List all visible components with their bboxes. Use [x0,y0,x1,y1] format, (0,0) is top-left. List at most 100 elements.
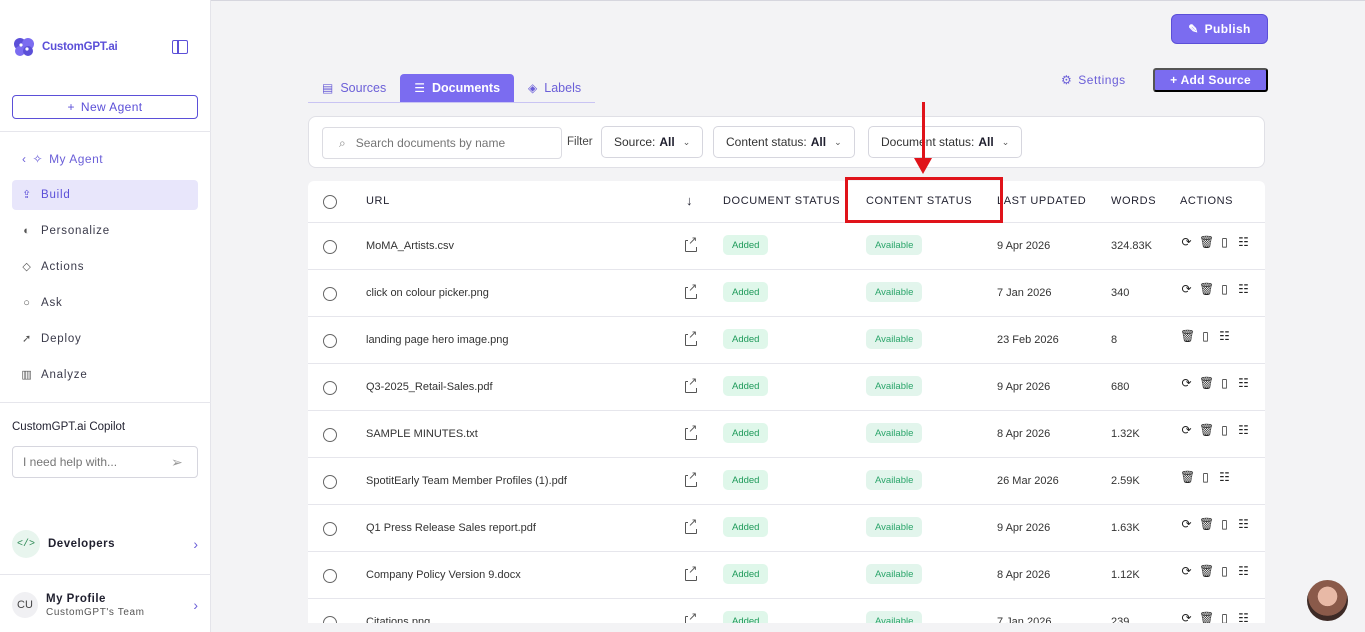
refresh-icon[interactable]: ⟳ [1180,611,1193,623]
refresh-icon[interactable]: ⟳ [1180,517,1193,531]
list-check-icon[interactable]: ☷ [1237,282,1250,296]
external-link-icon[interactable] [685,471,698,487]
sidebar-item-personalize[interactable]: ◐ Personalize [12,216,198,246]
trash-icon[interactable]: 🗑 [1199,517,1214,531]
row-checkbox[interactable] [323,475,337,489]
trash-icon[interactable]: 🗑 [1199,423,1214,437]
logo[interactable]: CustomGPT.ai [12,36,118,58]
filter-bar: ⌕ Filter Source:All⌄ Content status:All⌄… [308,116,1265,168]
row-checkbox[interactable] [323,569,337,583]
refresh-icon[interactable]: ⟳ [1180,235,1193,249]
table-row: click on colour picker.png Added Available… [308,270,1265,317]
list-check-icon[interactable]: ☷ [1237,564,1250,578]
list-check-icon[interactable]: ☷ [1237,611,1250,623]
external-link-icon[interactable] [685,330,698,346]
publish-button[interactable]: ✎ Publish [1171,14,1268,44]
external-link-icon[interactable] [685,424,698,440]
refresh-icon[interactable]: ⟳ [1180,564,1193,578]
row-actions: ⟳ 🗑 ▯ ☷ [1180,282,1250,296]
document-status-filter-dropdown[interactable]: Document status: All ⌄ [868,126,1023,158]
document-icon[interactable]: ▯ [1218,235,1231,249]
sort-arrow-icon[interactable]: ↓ [686,193,693,208]
external-link-icon[interactable] [685,565,698,581]
copilot-input[interactable] [23,455,163,469]
row-checkbox[interactable] [323,522,337,536]
list-check-icon[interactable]: ☷ [1237,235,1250,249]
chevron-left-icon: ‹ [22,152,27,166]
refresh-icon[interactable]: ⟳ [1180,376,1193,390]
row-actions: ⟳ 🗑 ▯ ☷ [1180,517,1250,531]
external-link-icon[interactable] [685,518,698,534]
tab-label: Sources [340,81,387,95]
document-icon[interactable]: ▯ [1199,470,1212,484]
profile-text: My Profile CustomGPT's Team [46,593,185,618]
sidebar-collapse-icon[interactable] [172,40,188,54]
document-icon[interactable]: ▯ [1218,423,1231,437]
profile-name: My Profile [46,592,106,605]
sidebar-item-label: Analyze [41,369,88,381]
user-photo-avatar[interactable] [1307,580,1348,621]
my-agent-back-link[interactable]: ‹ ✧ My Agent [22,152,103,166]
trash-icon[interactable]: 🗑 [1199,376,1214,390]
trash-icon[interactable]: 🗑 [1199,611,1214,623]
content-status-badge: Available [866,423,923,443]
refresh-icon[interactable]: ⟳ [1180,282,1193,296]
document-icon[interactable]: ▯ [1218,517,1231,531]
source-filter-dropdown[interactable]: Source: All ⌄ [601,126,704,158]
refresh-icon[interactable]: ⟳ [1180,423,1193,437]
select-all-checkbox[interactable] [323,195,337,209]
sidebar: CustomGPT.ai + New Agent ‹ ✧ My Agent ⇪ Buil… [0,0,211,632]
add-source-button[interactable]: + Add Source [1153,68,1268,92]
sidebar-item-deploy[interactable]: ➚ Deploy [12,324,198,354]
settings-link[interactable]: ⚙ Settings [1061,73,1126,87]
tab-documents[interactable]: ☰ Documents [400,74,515,102]
external-link-icon[interactable] [685,377,698,393]
search-input[interactable] [355,136,546,150]
trash-icon[interactable]: 🗑 [1180,329,1195,343]
document-icon[interactable]: ▯ [1199,329,1212,343]
external-link-icon[interactable] [685,236,698,252]
profile-link[interactable]: CU My Profile CustomGPT's Team › [12,588,198,622]
trash-icon[interactable]: 🗑 [1199,235,1214,249]
publish-label: Publish [1204,22,1251,36]
content-status-filter-dropdown[interactable]: Content status: All ⌄ [713,126,855,158]
dropdown-label: Content status: [726,135,807,149]
external-link-icon[interactable] [685,612,698,623]
table-row: Q1 Press Release Sales report.pdf Added Av… [308,505,1265,552]
sidebar-item-actions[interactable]: ◇ Actions [12,252,198,282]
document-icon[interactable]: ▯ [1218,376,1231,390]
sidebar-item-ask[interactable]: ○ Ask [12,288,198,318]
tab-sources[interactable]: ▤ Sources [308,74,400,102]
external-link-icon[interactable] [685,283,698,299]
document-icon[interactable]: ▯ [1218,611,1231,623]
developers-link[interactable]: </> Developers › [12,528,198,560]
list-check-icon[interactable]: ☷ [1237,376,1250,390]
build-icon: ⇪ [21,189,33,201]
document-name: Q3-2025_Retail-Sales.pdf [366,381,493,393]
row-checkbox[interactable] [323,287,337,301]
list-check-icon[interactable]: ☷ [1218,470,1231,484]
list-check-icon[interactable]: ☷ [1237,423,1250,437]
trash-icon[interactable]: 🗑 [1180,470,1195,484]
trash-icon[interactable]: 🗑 [1199,282,1214,296]
sidebar-item-build[interactable]: ⇪ Build [12,180,198,210]
search-box: ⌕ [322,127,562,159]
list-check-icon[interactable]: ☷ [1237,517,1250,531]
document-status-badge: Added [723,376,769,396]
row-checkbox[interactable] [323,240,337,254]
column-header-url[interactable]: URL [366,195,390,207]
new-agent-button[interactable]: + New Agent [12,95,198,119]
row-checkbox[interactable] [323,334,337,348]
row-checkbox[interactable] [323,381,337,395]
sidebar-item-analyze[interactable]: ▥ Analyze [12,360,198,390]
dropdown-value: All [978,135,994,149]
list-check-icon[interactable]: ☷ [1218,329,1231,343]
document-icon[interactable]: ▯ [1218,564,1231,578]
row-checkbox[interactable] [323,428,337,442]
send-icon[interactable]: ➢ [171,455,187,469]
sidebar-item-label: Personalize [41,225,110,237]
trash-icon[interactable]: 🗑 [1199,564,1214,578]
tab-labels[interactable]: ◈ Labels [514,74,595,102]
document-icon[interactable]: ▯ [1218,282,1231,296]
row-checkbox[interactable] [323,616,337,623]
